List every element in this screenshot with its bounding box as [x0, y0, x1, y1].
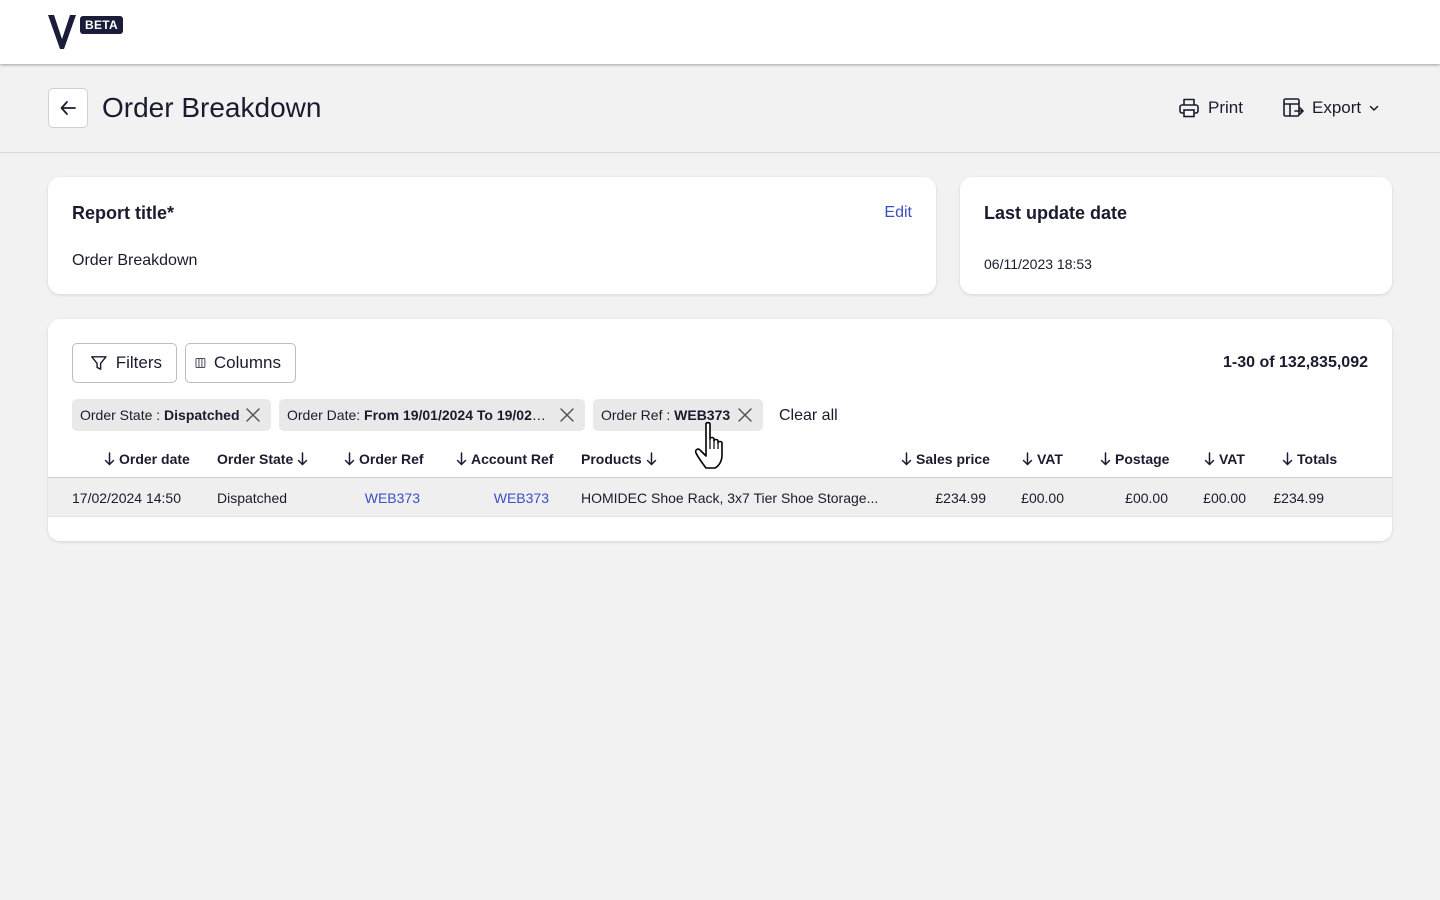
cell-postage: £00.00	[1125, 490, 1168, 506]
cell-sales-price: £234.99	[935, 490, 986, 506]
hand-cursor-icon	[694, 421, 723, 469]
chevron-down-icon	[1369, 105, 1379, 112]
chip-value: Dispatched	[164, 407, 240, 423]
export-dropdown[interactable]: Export	[1282, 96, 1379, 120]
page-title: Order Breakdown	[102, 92, 322, 123]
arrow-down-icon	[1282, 452, 1293, 466]
cell-order-state: Dispatched	[217, 490, 288, 506]
cell-products: HOMIDEC Shoe Rack, 3x7 Tier Shoe Storage…	[581, 490, 879, 506]
chip-key: Order Date:	[287, 407, 365, 423]
chip-key: Order Ref :	[601, 407, 675, 423]
column-header-order-date[interactable]: Order date	[104, 451, 190, 467]
last-update-heading: Last update date	[984, 203, 1128, 223]
top-bar: BETA	[0, 0, 1440, 64]
close-icon[interactable]	[737, 407, 753, 423]
filter-icon	[91, 356, 107, 370]
column-header-vat[interactable]: VAT	[1022, 451, 1063, 467]
cell-order-ref-link[interactable]: WEB373	[365, 490, 420, 506]
cell-account-ref-link[interactable]: WEB373	[494, 490, 549, 506]
arrow-down-icon	[1204, 452, 1215, 466]
export-label: Export	[1312, 98, 1362, 117]
column-header-products[interactable]: Products	[581, 451, 657, 467]
arrow-down-icon	[456, 452, 467, 466]
back-button[interactable]	[48, 88, 88, 128]
table-row[interactable]: 17/02/2024 14:50 Dispatched WEB373 WEB37…	[48, 478, 1392, 517]
cell-order-date: 17/02/2024 14:50	[72, 490, 181, 506]
report-title-heading: Report title*	[72, 203, 175, 223]
filters-button[interactable]: Filters	[72, 343, 177, 383]
print-button[interactable]: Print	[1178, 96, 1243, 120]
column-header-sales-price[interactable]: Sales price	[901, 451, 990, 467]
close-icon[interactable]	[559, 407, 575, 423]
arrow-down-icon	[1022, 452, 1033, 466]
column-header-postage-vat[interactable]: VAT	[1204, 451, 1245, 467]
filters-label: Filters	[115, 353, 162, 372]
arrow-down-icon	[298, 452, 308, 466]
arrow-down-icon	[344, 452, 355, 466]
column-header-order-state[interactable]: Order State	[217, 451, 308, 467]
arrow-down-icon	[646, 452, 656, 466]
last-update-card: Last update date 06/11/2023 18:53	[960, 177, 1392, 294]
arrow-down-icon	[901, 452, 912, 466]
v-logo-icon[interactable]	[48, 15, 76, 49]
chip-value: From 19/01/2024 To 19/02/2024	[364, 407, 547, 423]
cell-totals: £234.99	[1273, 490, 1324, 506]
beta-badge: BETA	[80, 16, 123, 34]
close-icon[interactable]	[245, 407, 261, 423]
chip-key: Order State :	[80, 407, 165, 423]
last-update-value: 06/11/2023 18:53	[984, 256, 1092, 272]
arrow-down-icon	[104, 452, 115, 466]
arrow-down-icon	[1100, 452, 1111, 466]
cell-vat: £00.00	[1021, 490, 1064, 506]
result-count: 1-30 of 132,835,092	[1223, 354, 1368, 371]
report-title-value: Order Breakdown	[72, 252, 198, 269]
page-header: Order Breakdown Print Export	[0, 64, 1440, 153]
printer-icon	[1179, 98, 1199, 118]
columns-button[interactable]: Columns	[185, 343, 296, 383]
clear-all-button[interactable]: Clear all	[779, 407, 838, 425]
export-table-icon	[1283, 98, 1304, 117]
cell-postage-vat: £00.00	[1203, 490, 1246, 506]
filter-chip-order-date: Order Date: From 19/01/2024 To 19/02/202…	[279, 399, 585, 431]
columns-label: Columns	[213, 353, 281, 372]
column-header-account-ref[interactable]: Account Ref	[456, 451, 553, 467]
column-header-postage[interactable]: Postage	[1100, 451, 1169, 467]
columns-icon	[195, 358, 206, 368]
filter-chip-order-state: Order State : Dispatched	[72, 399, 271, 431]
arrow-left-icon	[60, 101, 76, 115]
print-label: Print	[1208, 98, 1243, 117]
column-header-order-ref[interactable]: Order Ref	[344, 451, 424, 467]
column-header-totals[interactable]: Totals	[1282, 451, 1337, 467]
report-title-card: Report title* Edit Order Breakdown	[48, 177, 936, 294]
filter-chip-order-ref: Order Ref : WEB373	[593, 399, 763, 431]
edit-link[interactable]: Edit	[884, 204, 912, 222]
